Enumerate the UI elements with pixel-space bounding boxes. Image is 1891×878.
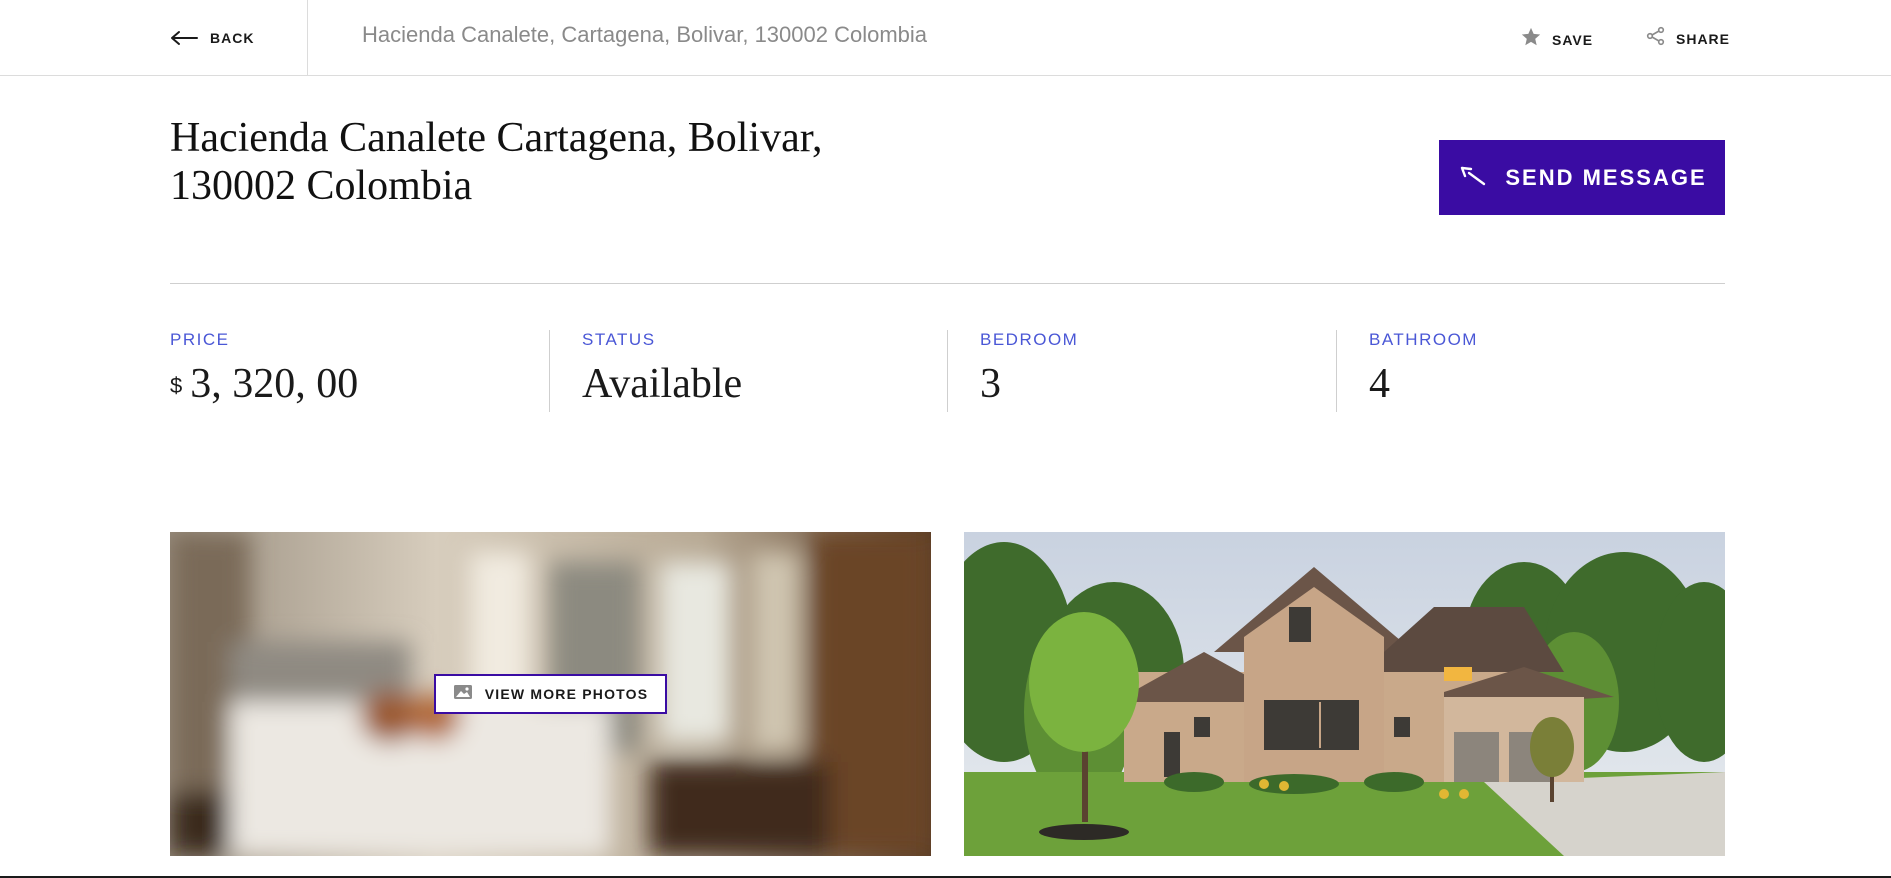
header-address: Hacienda Canalete, Cartagena, Bolivar, 1… [362, 22, 928, 47]
back-button[interactable]: BACK [170, 24, 254, 52]
arrow-left-icon [170, 30, 198, 46]
stat-status-label: STATUS [582, 330, 656, 349]
view-more-photos-label: VIEW MORE PHOTOS [484, 686, 649, 702]
save-button[interactable]: SAVE [1520, 26, 1593, 53]
stat-price-value: 3, 320, 00 [190, 361, 359, 407]
stat-price-label: PRICE [170, 330, 230, 349]
listing-title: Hacienda Canalete Cartagena, Bolivar, 13… [170, 114, 930, 210]
stat-bedroom-value: 3 [980, 361, 1001, 407]
stat-status-value: Available [582, 361, 743, 407]
listing-title-line1: Hacienda Canalete Cartagena, Bolivar, [170, 115, 823, 161]
header-divider [307, 0, 308, 76]
section-divider [170, 283, 1725, 284]
house-exterior-photo[interactable] [964, 532, 1725, 856]
share-icon [1646, 26, 1666, 51]
stat-price: PRICE $3, 320, 00 [170, 330, 358, 412]
back-label: BACK [210, 30, 255, 46]
stat-bedroom: BEDROOM 3 [980, 330, 1078, 412]
stat-bedroom-label: BEDROOM [980, 330, 1079, 349]
arrow-up-left-icon [1457, 164, 1487, 191]
image-icon [453, 684, 473, 705]
star-icon [1520, 26, 1542, 53]
stat-divider [947, 330, 948, 412]
top-bar: BACK Hacienda Canalete, Cartagena, Boliv… [0, 0, 1891, 76]
send-message-button[interactable]: SEND MESSAGE [1439, 140, 1725, 215]
stat-bathroom-label: BATHROOM [1369, 330, 1478, 349]
stat-divider [549, 330, 550, 412]
share-button[interactable]: SHARE [1646, 26, 1730, 51]
share-label: SHARE [1676, 30, 1731, 47]
stat-bathroom-value: 4 [1369, 361, 1390, 407]
stat-status: STATUS Available [582, 330, 742, 412]
currency-symbol: $ [170, 373, 183, 398]
save-label: SAVE [1552, 31, 1594, 48]
stat-bathroom: BATHROOM 4 [1369, 330, 1478, 412]
stat-divider [1336, 330, 1337, 412]
send-message-label: SEND MESSAGE [1505, 164, 1707, 190]
view-more-photos-button[interactable]: VIEW MORE PHOTOS [434, 674, 667, 714]
stat-price-value-wrap: $3, 320, 00 [170, 360, 358, 410]
listing-title-line2: 130002 Colombia [170, 163, 473, 209]
